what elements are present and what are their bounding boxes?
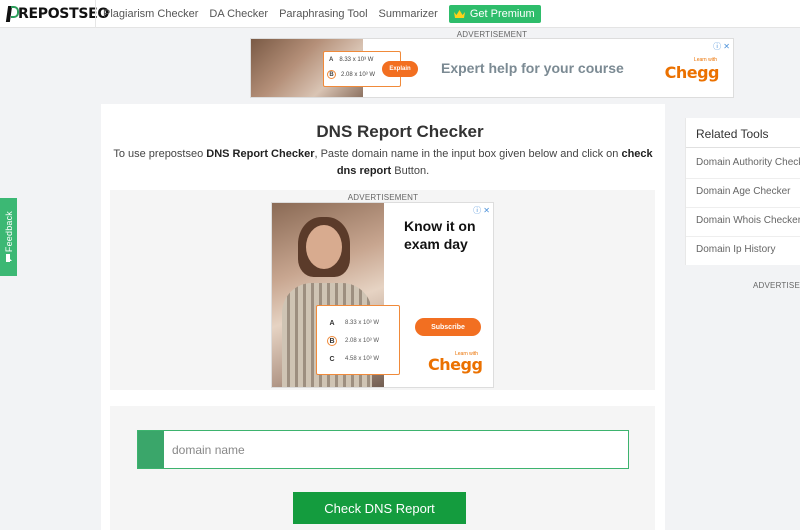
related-tools-title: Related Tools bbox=[696, 127, 769, 141]
site-logo[interactable]: REPOSTSEO bbox=[6, 3, 109, 25]
chegg-logo: Chegg bbox=[664, 63, 720, 82]
ad-option-b: B 2.08 x 10³ W bbox=[327, 336, 379, 346]
feedback-tab[interactable]: Feedback bbox=[0, 198, 17, 276]
ad-label-sidebar: ADVERTISEMENT bbox=[753, 281, 800, 290]
related-item-domain-whois-checker[interactable]: Domain Whois Checker bbox=[696, 215, 800, 226]
ad-option-letter: B bbox=[327, 336, 337, 346]
domain-input[interactable] bbox=[164, 431, 628, 468]
ad-option-text: 2.08 x 10³ W bbox=[341, 71, 376, 78]
nav-link-summarizer[interactable]: Summarizer bbox=[379, 8, 438, 20]
ad-option-text: 4.58 x 10³ W bbox=[345, 356, 380, 362]
chat-icon bbox=[5, 254, 12, 263]
nav-link-da-checker[interactable]: DA Checker bbox=[209, 8, 268, 20]
top-nav: REPOSTSEO Plagiarism Checker DA Checker … bbox=[0, 0, 800, 28]
check-dns-report-button[interactable]: Check DNS Report bbox=[293, 492, 466, 524]
ad-option-letter: A bbox=[329, 57, 334, 63]
ad-label-middle: ADVERTISEMENT bbox=[347, 193, 419, 202]
intro-part: , Paste domain name in the input box giv… bbox=[314, 148, 622, 160]
ad-option-a: A 8.33 x 10³ W bbox=[327, 318, 379, 328]
intro-part: To use prepostseo bbox=[113, 148, 207, 160]
nav-links: Plagiarism Checker DA Checker Paraphrasi… bbox=[103, 0, 541, 28]
ad-banner-middle[interactable]: A 8.33 x 10³ W B 2.08 x 10³ W C 4.58 x 1… bbox=[271, 202, 494, 388]
nav-link-paraphrasing-tool[interactable]: Paraphrasing Tool bbox=[279, 8, 367, 20]
logo-mark-icon bbox=[6, 4, 19, 24]
intro-part: Button. bbox=[391, 165, 430, 177]
ad-option-letter: C bbox=[329, 355, 335, 363]
page-title: DNS Report Checker bbox=[316, 122, 484, 141]
input-accent-bar bbox=[138, 431, 164, 468]
ad-answer-card: A 8.33 x 10³ W B 2.08 x 10³ W C 4.58 x 1… bbox=[316, 305, 400, 375]
ad-option-text: 2.08 x 10³ W bbox=[345, 338, 380, 344]
ad-headline: Know it on exam day bbox=[404, 218, 476, 252]
ad-banner-top[interactable]: A 8.33 x 10³ W B 2.08 x 10³ W Explain Ex… bbox=[250, 38, 734, 98]
ad-option-letter: B bbox=[327, 70, 336, 79]
related-item-domain-age-checker[interactable]: Domain Age Checker bbox=[696, 186, 791, 197]
intro-text: To use prepostseo DNS Report Checker, Pa… bbox=[112, 146, 654, 180]
get-premium-button[interactable]: Get Premium bbox=[448, 5, 541, 23]
domain-input-group bbox=[137, 430, 629, 469]
ad-option-text: 8.33 x 10³ W bbox=[339, 57, 374, 63]
ad-option-b: B 2.08 x 10³ W bbox=[327, 70, 375, 79]
related-item-domain-ip-history[interactable]: Domain Ip History bbox=[696, 244, 775, 255]
ad-photo-face bbox=[306, 225, 342, 269]
chegg-logo: Chegg bbox=[428, 355, 483, 374]
intro-bold: DNS Report Checker bbox=[206, 148, 315, 160]
ad-explain-button[interactable]: Explain bbox=[382, 61, 418, 77]
ad-headline: Expert help for your course bbox=[441, 60, 624, 76]
nav-divider bbox=[95, 0, 96, 28]
related-divider bbox=[686, 207, 800, 208]
ad-info-icon[interactable]: ⓘ ✕ bbox=[473, 205, 490, 216]
crown-icon bbox=[453, 10, 465, 18]
related-tools-panel: Related Tools Domain Authority Checker D… bbox=[685, 118, 800, 265]
related-item-domain-authority-checker[interactable]: Domain Authority Checker bbox=[696, 157, 800, 168]
ad-option-text: 8.33 x 10³ W bbox=[345, 320, 380, 326]
ad-option-c: C 4.58 x 10³ W bbox=[327, 354, 379, 364]
related-tools-divider bbox=[686, 147, 800, 148]
related-divider bbox=[686, 236, 800, 237]
related-divider bbox=[686, 178, 800, 179]
feedback-label: Feedback bbox=[3, 210, 14, 253]
nav-link-plagiarism-checker[interactable]: Plagiarism Checker bbox=[103, 8, 198, 20]
ad-option-letter: A bbox=[329, 319, 335, 327]
ad-option-a: A 8.33 x 10³ W bbox=[329, 57, 373, 63]
ad-subscribe-button[interactable]: Subscribe bbox=[415, 318, 481, 336]
get-premium-label: Get Premium bbox=[469, 8, 535, 20]
ad-info-icon[interactable]: ⓘ ✕ bbox=[713, 41, 730, 52]
